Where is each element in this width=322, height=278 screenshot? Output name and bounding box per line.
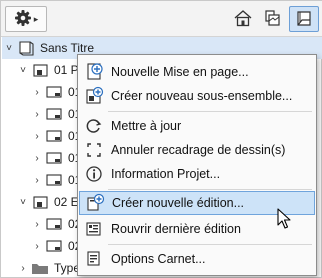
menu-item-label: Information Projet... xyxy=(111,167,221,181)
menu-item-label: Mettre à jour xyxy=(111,119,182,133)
house-icon xyxy=(233,9,253,30)
tree-row-label: 02 E xyxy=(54,195,79,209)
context-menu: Nouvelle Mise en page... Créer nouveau s… xyxy=(77,54,317,276)
gear-icon xyxy=(14,9,32,30)
menu-item-undo-crop[interactable]: Annuler recadrage de dessin(s) xyxy=(79,138,315,162)
menu-item-project-info[interactable]: Information Projet... xyxy=(79,162,315,186)
chevron-down-icon[interactable]: ˅ xyxy=(16,65,30,76)
menu-item-label: Annuler recadrage de dessin(s) xyxy=(111,143,286,157)
chevron-right-icon[interactable]: › xyxy=(30,241,44,252)
new-layout-icon xyxy=(81,62,107,82)
mouse-pointer-icon xyxy=(277,208,293,230)
publisher-button[interactable] xyxy=(289,6,319,32)
chevron-right-icon[interactable]: › xyxy=(30,87,44,98)
new-subset-icon xyxy=(81,86,107,106)
menu-separator xyxy=(108,189,312,190)
layout-icon xyxy=(44,238,64,254)
view-map-button[interactable] xyxy=(229,6,257,32)
book-options-icon xyxy=(81,249,107,269)
subset-icon xyxy=(30,194,50,210)
chevron-right-icon[interactable]: › xyxy=(30,153,44,164)
layout-icon xyxy=(44,84,64,100)
menu-item-label: Créer nouvelle édition... xyxy=(112,196,245,210)
book-icon xyxy=(16,40,36,56)
menu-item-new-layout[interactable]: Nouvelle Mise en page... xyxy=(79,60,315,84)
tree-root-label: Sans Titre xyxy=(40,41,95,55)
chevron-right-icon[interactable]: › xyxy=(30,109,44,120)
crop-icon xyxy=(81,140,107,160)
menu-item-label: Rouvrir dernière édition xyxy=(111,222,241,236)
reopen-issue-icon xyxy=(81,219,107,239)
caret-right-icon: ▸ xyxy=(33,13,39,24)
folder-icon xyxy=(30,260,50,276)
menu-item-new-subset[interactable]: Créer nouveau sous-ensemble... xyxy=(79,84,315,108)
publisher-icon xyxy=(294,9,314,30)
view-options-dropdown[interactable]: ▸ xyxy=(5,6,47,32)
chevron-down-icon[interactable]: ˅ xyxy=(2,43,16,54)
menu-separator xyxy=(108,111,312,112)
layout-book-button[interactable] xyxy=(258,6,286,32)
menu-item-label: Options Carnet... xyxy=(111,252,206,266)
info-icon xyxy=(81,164,107,184)
layout-icon xyxy=(44,106,64,122)
layout-book-icon xyxy=(262,9,282,30)
chevron-down-icon[interactable]: ˅ xyxy=(16,197,30,208)
refresh-icon xyxy=(81,116,107,136)
layout-icon xyxy=(44,172,64,188)
menu-item-label: Nouvelle Mise en page... xyxy=(111,65,249,79)
subset-icon xyxy=(30,62,50,78)
tree-row-label: 01 P xyxy=(54,63,79,77)
chevron-right-icon[interactable]: › xyxy=(30,131,44,142)
menu-item-label: Créer nouveau sous-ensemble... xyxy=(111,89,293,103)
new-issue-icon xyxy=(82,193,108,213)
navigator-panel: ▸ ˅ Sans Titre ˅ 01 P › 01 › 01 › 01 › 0… xyxy=(0,0,322,278)
layout-icon xyxy=(44,216,64,232)
chevron-right-icon[interactable]: › xyxy=(30,219,44,230)
menu-item-update[interactable]: Mettre à jour xyxy=(79,114,315,138)
menu-separator xyxy=(108,244,312,245)
menu-item-book-options[interactable]: Options Carnet... xyxy=(79,247,315,271)
chevron-right-icon[interactable]: › xyxy=(30,175,44,186)
layout-icon xyxy=(44,150,64,166)
chevron-right-icon[interactable]: › xyxy=(16,263,30,274)
layout-icon xyxy=(44,128,64,144)
toolbar: ▸ xyxy=(1,1,322,37)
